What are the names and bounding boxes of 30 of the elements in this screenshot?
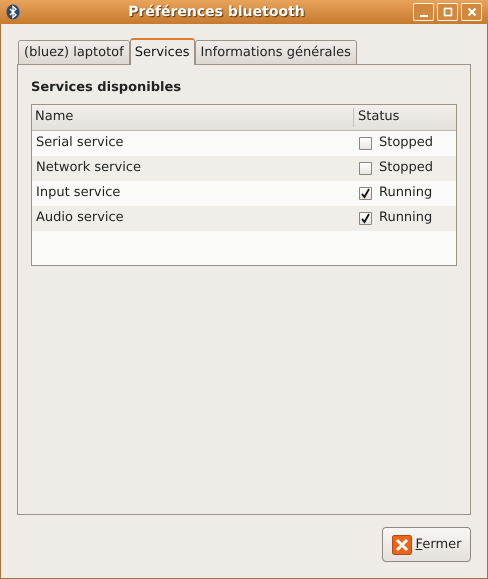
tab[interactable]: Services (130, 38, 195, 65)
close-button[interactable]: Fermer (382, 527, 471, 562)
bluetooth-icon (6, 4, 20, 20)
checkbox[interactable] (359, 136, 372, 150)
tab[interactable]: Informations générales (194, 40, 357, 64)
close-button[interactable] (461, 3, 482, 21)
table-cell-text: Serial service (35, 134, 124, 152)
close-icon (466, 7, 476, 17)
table-cell-text: Stopped (379, 159, 434, 178)
column-header[interactable]: Name (32, 108, 354, 126)
close-icon (392, 534, 412, 554)
table-cell-text: Running (379, 209, 432, 228)
checkmark-icon (360, 188, 371, 198)
table-cell-text: Network service (35, 159, 142, 178)
window-title: Préférences bluetooth (127, 2, 306, 22)
table-cell-text: Audio service (35, 209, 125, 228)
maximize-icon (442, 7, 452, 17)
table-cell-text: Running (379, 184, 432, 202)
section-title: Services disponibles (31, 79, 182, 97)
checkmark-icon (360, 212, 371, 224)
checkbox[interactable] (359, 212, 372, 224)
checkbox[interactable] (359, 186, 372, 200)
checkbox[interactable] (359, 162, 372, 174)
table-cell-text: Stopped (379, 134, 434, 152)
maximize-button[interactable] (437, 3, 458, 21)
minimize-icon (420, 14, 428, 16)
tab[interactable]: (bluez) laptotof (18, 40, 130, 64)
minimize-button[interactable] (413, 3, 434, 21)
column-header[interactable]: Status (354, 104, 456, 130)
table-cell-text: Input service (35, 184, 122, 202)
